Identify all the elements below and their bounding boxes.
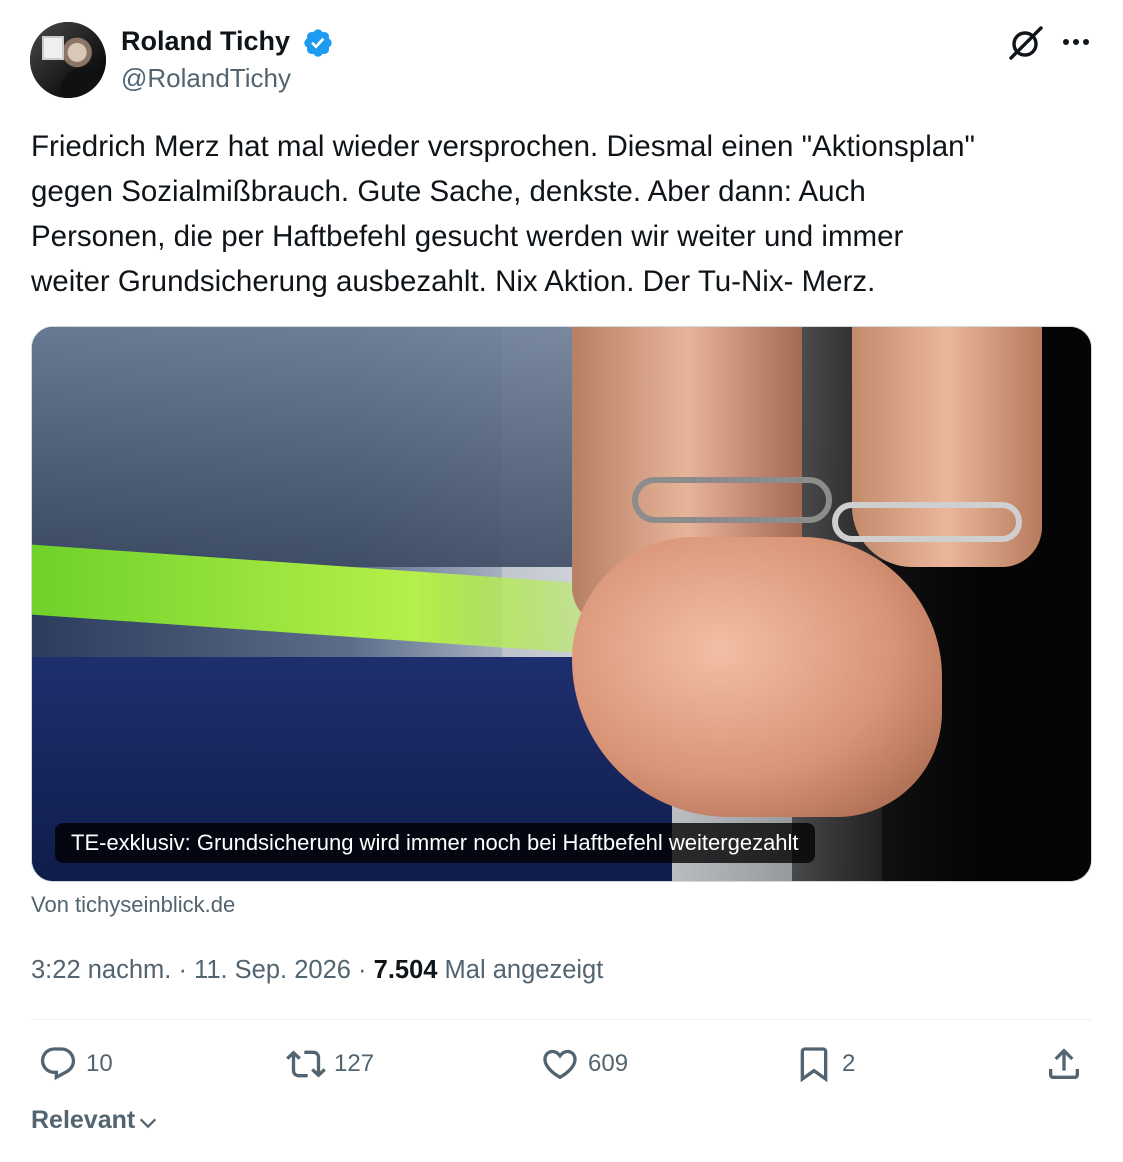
card-image-detail <box>572 537 942 817</box>
card-caption-box: TE-exklusiv: Grundsicherung wird immer n… <box>55 823 815 863</box>
bookmark-count: 2 <box>842 1050 856 1077</box>
reply-sort-dropdown[interactable]: Relevant <box>31 1106 159 1135</box>
like-icon <box>543 1049 577 1080</box>
reply-button[interactable]: 10 <box>38 1040 113 1088</box>
tweet-time[interactable]: 3:22 nachm. <box>31 954 171 986</box>
card-image-detail <box>32 327 622 567</box>
more-icon <box>1063 39 1089 45</box>
views-label: Mal angezeigt <box>444 956 604 984</box>
verified-badge-icon[interactable] <box>302 27 334 59</box>
more-options-button[interactable] <box>1058 24 1094 60</box>
tweet-text: Friedrich Merz hat mal wieder versproche… <box>31 130 976 298</box>
like-button[interactable]: 609 <box>540 1040 628 1088</box>
share-icon <box>1049 1048 1079 1079</box>
views-count: 7.504 <box>373 956 438 984</box>
like-count: 609 <box>588 1050 629 1077</box>
grok-button[interactable] <box>1006 24 1046 62</box>
grok-icon <box>1009 26 1043 60</box>
reply-icon <box>40 1047 76 1081</box>
card-image-detail <box>832 502 1022 542</box>
meta-separator: · <box>178 956 187 984</box>
reply-count: 10 <box>86 1050 113 1077</box>
tweet-date[interactable]: 11. Sep. 2026 <box>194 954 351 986</box>
card-image-detail <box>632 477 832 523</box>
repost-count: 127 <box>334 1050 375 1077</box>
divider <box>31 1019 1092 1020</box>
card-caption: TE-exklusiv: Grundsicherung wird immer n… <box>71 830 799 855</box>
user-handle[interactable]: @RolandTichy <box>121 62 291 94</box>
card-source-link[interactable]: Von tichyseinblick.de <box>31 892 235 918</box>
meta-separator: · <box>358 956 367 984</box>
repost-button[interactable]: 127 <box>286 1040 374 1088</box>
chevron-down-icon <box>140 1118 157 1128</box>
tweet-meta: 3:22 nachm. · 11. Sep. 2026 · 7.504 Mal … <box>31 954 603 986</box>
link-card[interactable]: TE-exklusiv: Grundsicherung wird immer n… <box>31 326 1092 882</box>
share-button[interactable] <box>1044 1040 1084 1088</box>
repost-icon <box>286 1050 326 1078</box>
display-name[interactable]: Roland Tichy <box>121 24 290 58</box>
bookmark-button[interactable]: 2 <box>794 1040 855 1088</box>
avatar[interactable] <box>30 22 106 98</box>
reply-sort-label: Relevant <box>31 1106 136 1134</box>
avatar-detail <box>42 36 64 60</box>
bookmark-icon <box>800 1047 828 1083</box>
